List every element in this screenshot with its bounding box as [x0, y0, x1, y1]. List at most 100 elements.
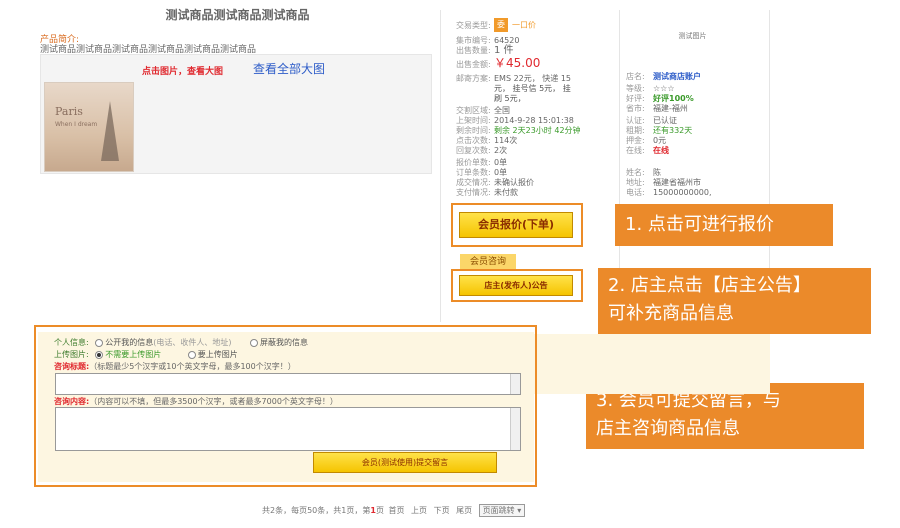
listed-row: 上架时间: 2014-9-28 15:01:38: [456, 116, 574, 126]
clicks-label: 点击次数:: [456, 136, 491, 145]
deal-row: 成交情况: 未确认报价: [456, 178, 534, 188]
remain-value: 剩余 2天23小时 42分钟: [494, 126, 581, 135]
shipping-row: 邮寄方案: EMS 22元， 快递 15: [456, 74, 571, 84]
subject-input[interactable]: [55, 373, 521, 395]
member-quote-button[interactable]: 会员报价(下单): [459, 212, 573, 238]
radio-hide[interactable]: [250, 338, 259, 347]
name-row: 姓名: 陈: [626, 168, 661, 178]
amount-row: 出售金额: ￥45.00: [456, 56, 541, 70]
trade-type-row: 交易类型: 委一口价: [456, 18, 536, 32]
amount-label: 出售金额:: [456, 60, 491, 69]
orders-value: 0单: [494, 168, 508, 177]
qty-value: 1 件: [494, 45, 514, 56]
phone-value: 15000000000,: [653, 188, 712, 197]
pager-last-link[interactable]: 尾页: [456, 506, 472, 515]
price-value: ￥45.00: [494, 56, 541, 70]
deposit-label: 押金:: [626, 136, 645, 145]
product-thumbnail[interactable]: Paris When I dream: [44, 82, 134, 172]
province-row: 省市: 福建-福州: [626, 104, 688, 114]
lease-row: 租期: 还有332天: [626, 126, 692, 136]
pager-prev-link[interactable]: 上页: [411, 506, 427, 515]
level-stars-icon: ☆☆☆: [653, 84, 675, 93]
callout-message-line2: 店主咨询商品信息: [596, 418, 740, 439]
deal-label: 成交情况:: [456, 178, 491, 187]
online-label: 在线:: [626, 146, 645, 155]
shop-name-link[interactable]: 测试商店账户: [653, 72, 701, 81]
remain-label: 剩余时间:: [456, 126, 491, 135]
click-enlarge-link[interactable]: 点击图片，查看大图: [142, 64, 223, 77]
pay-value: 未付款: [494, 188, 518, 197]
subject-scrollbar[interactable]: [510, 374, 520, 394]
chevron-down-icon: ▾: [517, 506, 522, 515]
quotes-value: 0单: [494, 158, 508, 167]
pager-first-link[interactable]: 首页: [388, 506, 404, 515]
pagination: 共2条，每页50条，共1页，第1页 首页 上页 下页 尾页 页面跳转 ▾: [262, 504, 526, 517]
lease-label: 租期:: [626, 126, 645, 135]
pager-summary: 共2条，每页50条，共1页，第: [262, 506, 371, 515]
thumbnail-subtext: When I dream: [55, 121, 98, 128]
name-value: 陈: [653, 168, 661, 177]
verify-label: 认证:: [626, 116, 645, 125]
level-label: 等级:: [626, 84, 645, 93]
thumbnail-text: Paris: [55, 105, 83, 118]
verify-row: 认证: 已认证: [626, 116, 677, 126]
trade-type-value: 一口价: [512, 20, 536, 30]
quotes-label: 报价单数:: [456, 158, 491, 167]
level-row: 等级: ☆☆☆: [626, 84, 675, 94]
subject-label: 咨询标题:: [54, 362, 90, 371]
shop-row: 店名: 测试商店账户: [626, 72, 701, 82]
rating-value: 好评100%: [653, 94, 694, 103]
radio-upload[interactable]: [187, 350, 196, 359]
online-status: 在线: [653, 146, 669, 155]
product-title: 测试商品测试商品测试商品: [165, 8, 310, 22]
addr-row: 地址: 福建省福州市: [626, 178, 701, 188]
shipping-line1: EMS 22元， 快递 15: [494, 74, 572, 83]
name-label: 姓名:: [626, 168, 645, 177]
deal-value: 未确认报价: [494, 178, 534, 187]
shop-label: 店名:: [626, 72, 645, 81]
content-scrollbar[interactable]: [510, 408, 520, 450]
content-hint: （内容可以不填，但最多3500个汉字，或者最多7000个英文字母！）: [89, 397, 338, 406]
opt-no-upload-label: 不需要上传图片: [105, 350, 162, 359]
callout-notice: 2. 店主点击【店主公告】 可补充商品信息: [598, 268, 871, 334]
market-no-value: 64520: [494, 36, 520, 45]
phone-label: 电话:: [626, 188, 645, 197]
deposit-value: 0元: [653, 136, 667, 145]
province-value: 福建-福州: [653, 104, 688, 113]
radio-no-upload[interactable]: [95, 350, 104, 359]
listed-label: 上架时间:: [456, 116, 491, 125]
shipping-line3: 刷 5元，: [494, 94, 526, 103]
callout-notice-line2: 可补充商品信息: [608, 303, 734, 324]
callout-notice-line1: 2. 店主点击【店主公告】: [608, 275, 811, 296]
content-textarea[interactable]: [55, 407, 521, 451]
pay-row: 支付情况: 未付款: [456, 188, 518, 198]
trade-type-badge: 委: [494, 18, 508, 32]
opt-hide-label: 屏蔽我的信息: [260, 338, 309, 347]
subject-row: 咨询标题:（标题最少5个汉字或10个英文字母，最多100个汉字！）: [54, 361, 296, 372]
clicks-value: 114次: [494, 136, 518, 145]
member-consult-tab[interactable]: 会员咨询: [460, 254, 516, 270]
region-value: 全国: [494, 106, 510, 115]
online-row: 在线: 在线: [626, 146, 669, 156]
subject-hint: （标题最少5个汉字或10个英文字母，最多100个汉字！）: [89, 362, 296, 371]
page-jump-select[interactable]: 页面跳转 ▾: [478, 504, 526, 517]
replies-label: 回复次数:: [456, 146, 491, 155]
owner-notice-button[interactable]: 店主(发布人)公告: [459, 275, 573, 296]
pager-next-link[interactable]: 下页: [434, 506, 450, 515]
pay-label: 支付情况:: [456, 188, 491, 197]
addr-label: 地址:: [626, 178, 645, 187]
replies-value: 2次: [494, 146, 508, 155]
shipping-label: 邮寄方案:: [456, 74, 491, 83]
submit-message-button[interactable]: 会员(测试使用)提交留言: [313, 452, 497, 473]
radio-public[interactable]: [95, 338, 104, 347]
qty-label: 出售数量:: [456, 46, 491, 55]
view-all-images-link[interactable]: 查看全部大图: [253, 60, 325, 77]
personal-info-row: 个人信息: 公开我的信息(电话、收件人、地址) 屏蔽我的信息: [54, 337, 308, 348]
shipping-line2: 元， 挂号信 5元， 挂: [494, 84, 571, 93]
rating-label: 好评:: [626, 94, 645, 103]
region-row: 交割区域: 全国: [456, 106, 510, 116]
upload-row: 上传图片: 不需要上传图片 要上传图片: [54, 349, 238, 360]
eiffel-tower-icon: [101, 101, 119, 161]
trade-type-label: 交易类型:: [456, 20, 491, 30]
page-jump-label: 页面跳转: [482, 506, 515, 515]
